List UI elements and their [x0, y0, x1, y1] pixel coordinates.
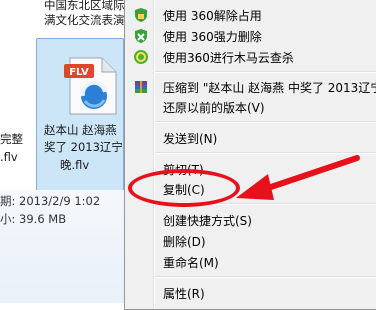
- top-folder-label-line1[interactable]: 中国东北区域际: [44, 0, 125, 12]
- menu-item-360-scan[interactable]: 使用360进行木马云查杀: [125, 46, 376, 68]
- menu-separator: [155, 121, 376, 123]
- menu-item-label: 使用 360强力删除: [163, 30, 262, 44]
- menu-item-label: 压缩到 "赵本山 赵海燕 中奖了 2013辽宁: [163, 81, 376, 95]
- annotation-arrow-icon: [236, 155, 360, 200]
- shield-unlock-icon: [135, 8, 147, 22]
- menu-item-label: 属性(R): [163, 287, 205, 301]
- top-folder-label-line2[interactable]: 满文化交流表演: [44, 13, 125, 27]
- menu-item-label: 还原以前的版本(V): [163, 101, 265, 115]
- menu-item-label: 发送到(N): [163, 132, 218, 146]
- menu-item-label: 使用 360解除占用: [163, 9, 262, 23]
- left-file-label-line1: 完整: [0, 132, 23, 146]
- selected-file-label-line2: 奖了 2013辽宁: [44, 140, 123, 154]
- detail-size: 小: 39.6 MB: [0, 212, 67, 226]
- menu-item-delete[interactable]: 删除(D): [125, 230, 376, 252]
- menu-item-restore-previous[interactable]: 还原以前的版本(V): [125, 96, 376, 118]
- flv-badge-text: FLV: [69, 67, 89, 78]
- menu-separator: [155, 276, 376, 278]
- menu-item-rename[interactable]: 重命名(M): [125, 251, 376, 273]
- 360-scan-icon: [134, 50, 148, 64]
- menu-item-compress-to[interactable]: 压缩到 "赵本山 赵海燕 中奖了 2013辽宁: [125, 76, 376, 98]
- details-pane: 期: 2013/2/9 1:02 小: 39.6 MB: [0, 190, 130, 303]
- menu-item-create-shortcut[interactable]: 创建快捷方式(S): [125, 209, 376, 231]
- menu-separator: [155, 71, 376, 73]
- menu-item-properties[interactable]: 属性(R): [125, 282, 376, 304]
- detail-date: 期: 2013/2/9 1:02: [0, 194, 101, 208]
- selected-file-label-line3: 晚.flv: [60, 158, 90, 172]
- shield-delete-icon: [135, 29, 147, 43]
- selected-file-label-line1: 赵本山 赵海燕: [44, 123, 117, 137]
- winrar-icon: [135, 81, 147, 93]
- menu-item-label: 删除(D): [163, 235, 206, 249]
- flv-file-icon: FLV: [64, 57, 117, 115]
- menu-item-360-unlock[interactable]: 使用 360解除占用: [125, 4, 376, 26]
- menu-item-send-to[interactable]: 发送到(N): [125, 127, 376, 149]
- menu-item-label: 重命名(M): [163, 256, 219, 270]
- left-file-label-line2: .flv: [0, 150, 18, 164]
- menu-item-360-force-delete[interactable]: 使用 360强力删除: [125, 25, 376, 47]
- left-file-item[interactable]: 完整 .flv: [0, 0, 36, 200]
- menu-item-label: 创建快捷方式(S): [163, 214, 252, 228]
- menu-item-label: 使用360进行木马云查杀: [163, 51, 294, 65]
